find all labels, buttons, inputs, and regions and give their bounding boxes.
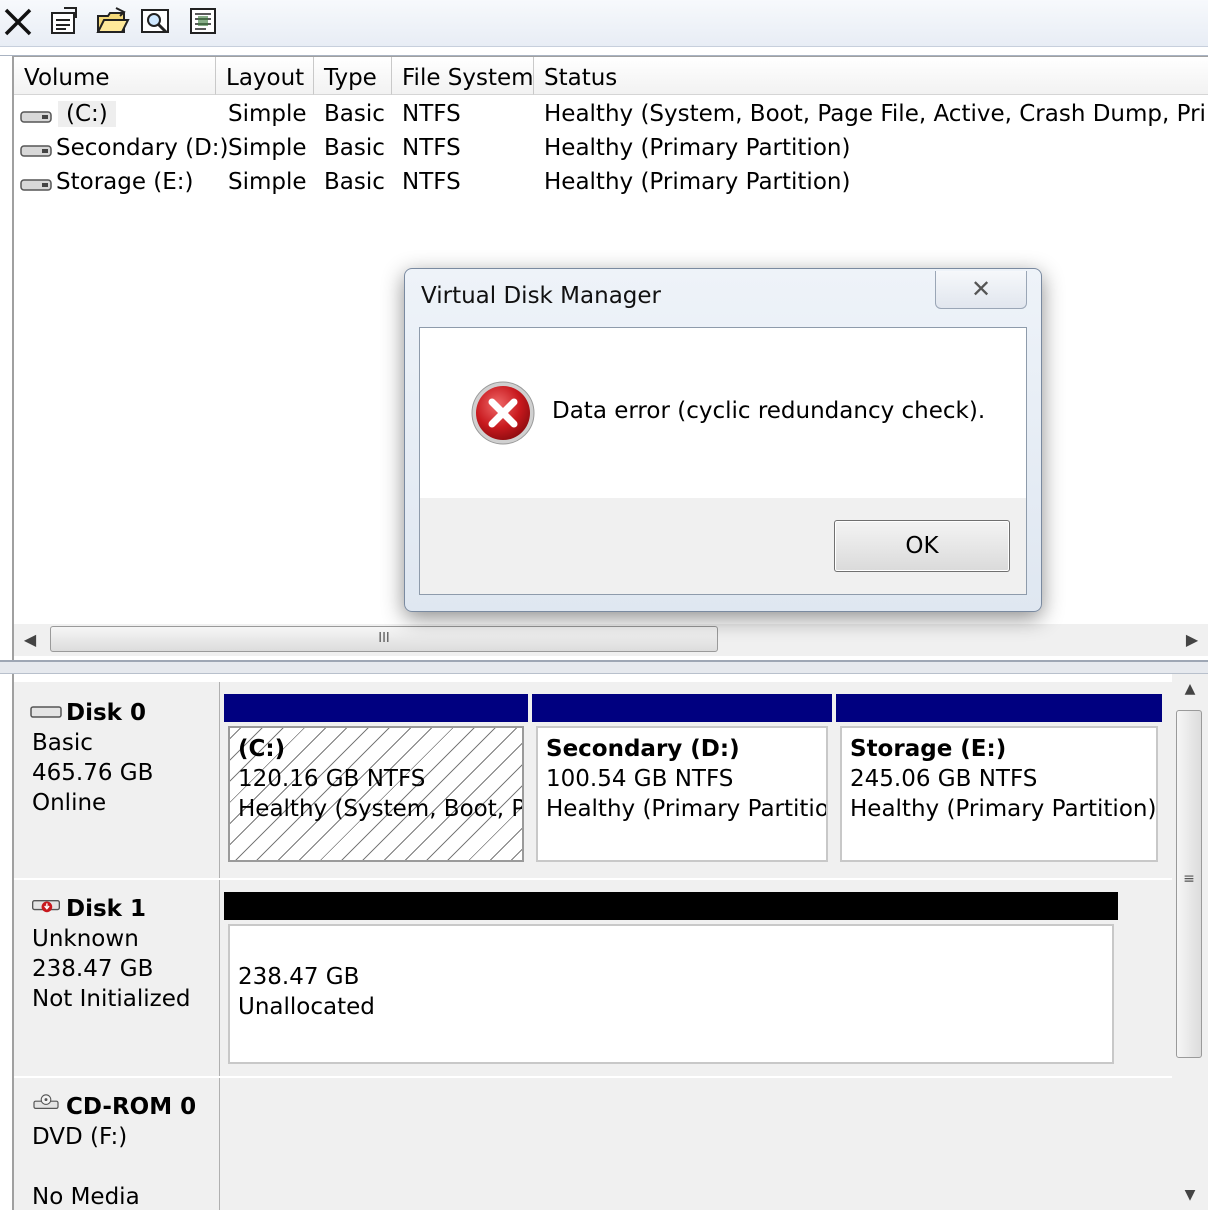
- drive-icon: [20, 143, 52, 159]
- volume-fs: NTFS: [402, 101, 461, 127]
- scroll-left-arrow-icon[interactable]: ◀: [14, 624, 46, 656]
- explore-button[interactable]: [138, 4, 174, 38]
- error-icon: [470, 380, 536, 446]
- scroll-down-arrow-icon[interactable]: ▼: [1172, 1180, 1208, 1210]
- partition-status: Healthy (Primary Partition: [546, 796, 828, 822]
- vertical-scrollbar[interactable]: ▲ ≡ ▼: [1172, 674, 1208, 1210]
- partition-bar: [532, 694, 832, 722]
- delete-button[interactable]: [0, 4, 36, 38]
- volume-name: Secondary (D:): [56, 135, 229, 161]
- partition-e[interactable]: Storage (E:) 245.06 GB NTFS Healthy (Pri…: [836, 694, 1162, 866]
- disk-error-icon: [30, 898, 64, 916]
- disk-title: CD-ROM 0: [66, 1094, 197, 1120]
- dialog-message: Data error (cyclic redundancy check).: [552, 398, 986, 424]
- disk-row-background: [220, 1078, 1172, 1210]
- disk-kind: Basic: [32, 730, 93, 756]
- volume-status: Healthy (Primary Partition): [544, 169, 851, 195]
- disk-state: No Media: [32, 1184, 140, 1210]
- volume-fs: NTFS: [402, 169, 461, 195]
- volume-status: Healthy (Primary Partition): [544, 135, 851, 161]
- dialog-title: Virtual Disk Manager: [421, 283, 661, 309]
- volume-layout: Simple: [228, 169, 307, 195]
- explore-icon: [141, 9, 169, 34]
- volume-layout: Simple: [228, 101, 307, 127]
- partition-bar: [836, 694, 1162, 722]
- partition-size: 120.16 GB NTFS: [238, 766, 426, 792]
- toolbar-separator: [0, 47, 1208, 56]
- column-header-type[interactable]: Type: [314, 57, 392, 95]
- disk-icon: [30, 704, 64, 720]
- scroll-right-arrow-icon[interactable]: ▶: [1176, 624, 1208, 656]
- disk-title: Disk 1: [66, 896, 146, 922]
- horizontal-scrollbar[interactable]: ◀ III ▶: [14, 624, 1208, 656]
- partition-size: 238.47 GB: [238, 964, 360, 990]
- partition-name: (C:): [238, 736, 286, 762]
- help-button[interactable]: [186, 4, 222, 38]
- disk-state: Not Initialized: [32, 986, 191, 1012]
- partition-size: 245.06 GB NTFS: [850, 766, 1038, 792]
- partition-size: 100.54 GB NTFS: [546, 766, 734, 792]
- error-dialog[interactable]: Virtual Disk Manager ✕ Data error (cycli…: [404, 268, 1042, 612]
- disk-kind: DVD (F:): [32, 1124, 128, 1150]
- partition-bar: [224, 694, 528, 722]
- vertical-scroll-thumb[interactable]: ≡: [1176, 710, 1202, 1058]
- close-icon: ✕: [970, 275, 992, 303]
- disk-size: 465.76 GB: [32, 760, 154, 786]
- horizontal-scroll-thumb[interactable]: III: [50, 626, 718, 652]
- disk-1-label[interactable]: Disk 1 Unknown 238.47 GB Not Initialized: [14, 880, 220, 1076]
- partition-bar: [224, 892, 1118, 920]
- column-header-volume[interactable]: Volume: [14, 57, 216, 95]
- volume-status: Healthy (System, Boot, Page File, Active…: [544, 101, 1208, 127]
- open-button[interactable]: [94, 4, 130, 38]
- partition-name: Secondary (D:): [546, 736, 740, 762]
- partition-name: Storage (E:): [850, 736, 1007, 762]
- partition-unallocated[interactable]: 238.47 GB Unallocated: [224, 892, 1118, 1068]
- disk-state: Online: [32, 790, 107, 816]
- scroll-up-arrow-icon[interactable]: ▲: [1172, 674, 1208, 704]
- drive-icon: [20, 109, 52, 125]
- properties-button[interactable]: [46, 4, 82, 38]
- column-header-file-system[interactable]: File System: [392, 57, 534, 95]
- column-header-status[interactable]: Status: [534, 57, 1208, 95]
- scroll-grip: ≡: [1183, 871, 1195, 887]
- disk-kind: Unknown: [32, 926, 139, 952]
- volume-name: Storage (E:): [56, 169, 194, 195]
- disk-size: 238.47 GB: [32, 956, 154, 982]
- partition-status: Healthy (System, Boot, Pa: [238, 796, 524, 822]
- partition-c[interactable]: (C:) 120.16 GB NTFS Healthy (System, Boo…: [224, 694, 528, 866]
- volume-type: Basic: [324, 135, 385, 161]
- disk-0-label[interactable]: Disk 0 Basic 465.76 GB Online: [14, 682, 220, 878]
- partition-status: Healthy (Primary Partition): [850, 796, 1157, 822]
- cdrom-icon: [30, 1094, 64, 1114]
- partition-status: Unallocated: [238, 994, 375, 1020]
- volume-name: (C:): [58, 101, 116, 127]
- toolbar: [0, 0, 1208, 47]
- cdrom-0-label[interactable]: CD-ROM 0 DVD (F:) No Media: [14, 1078, 220, 1210]
- dialog-client-area: Data error (cyclic redundancy check). OK: [419, 327, 1027, 595]
- column-header-layout[interactable]: Layout: [216, 57, 314, 95]
- volume-layout: Simple: [228, 135, 307, 161]
- volume-fs: NTFS: [402, 135, 461, 161]
- help-icon: [190, 8, 216, 34]
- dialog-close-button[interactable]: ✕: [935, 271, 1027, 309]
- pane-splitter[interactable]: [0, 660, 1208, 674]
- disk-title: Disk 0: [66, 700, 146, 726]
- volume-type: Basic: [324, 101, 385, 127]
- drive-icon: [20, 177, 52, 193]
- ok-button[interactable]: OK: [834, 520, 1010, 572]
- partition-d[interactable]: Secondary (D:) 100.54 GB NTFS Healthy (P…: [532, 694, 832, 866]
- delete-icon: [4, 8, 32, 36]
- volume-type: Basic: [324, 169, 385, 195]
- properties-icon: [51, 7, 77, 34]
- open-folder-icon: [96, 7, 130, 33]
